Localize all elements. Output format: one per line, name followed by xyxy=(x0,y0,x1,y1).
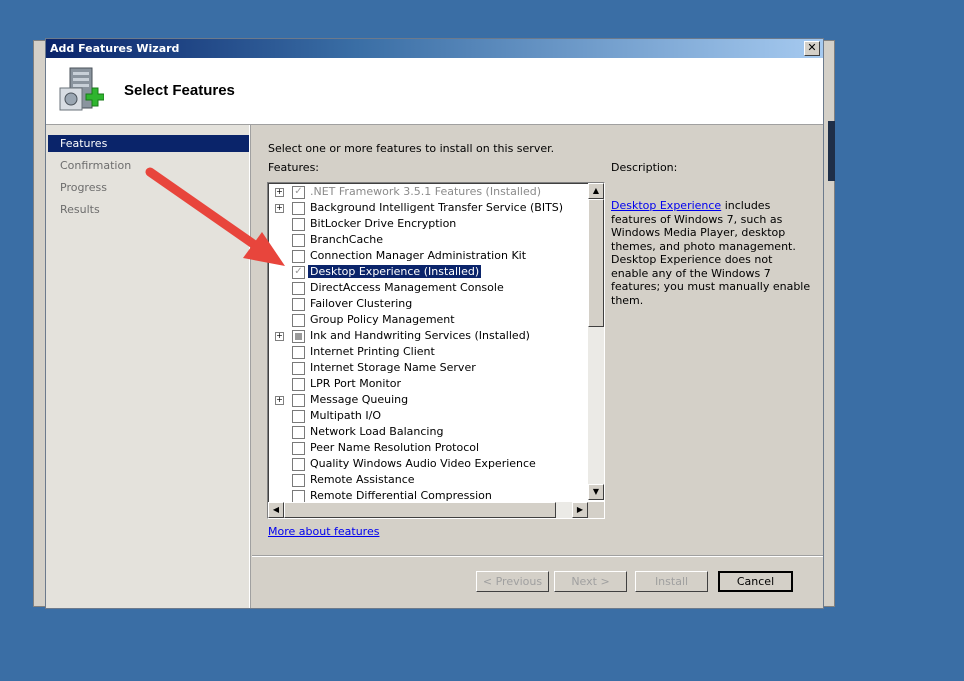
feature-row[interactable]: BitLocker Drive Encryption xyxy=(268,216,588,232)
server-features-icon xyxy=(59,67,104,111)
nav-item-results: Results xyxy=(60,203,100,216)
nav-item-confirmation: Confirmation xyxy=(60,159,132,172)
feature-row[interactable]: + Message Queuing xyxy=(268,392,588,408)
features-label: Features: xyxy=(268,161,320,174)
feature-checkbox[interactable] xyxy=(292,234,305,247)
add-features-wizard-dialog: Add Features Wizard ✕ Select Features Fe… xyxy=(45,38,824,609)
page-heading: Select Features xyxy=(124,82,235,99)
feature-label: Multipath I/O xyxy=(310,409,382,422)
description-text: includes features of Windows 7, such as … xyxy=(611,199,811,307)
feature-row[interactable]: Multipath I/O xyxy=(268,408,588,424)
nav-item-features[interactable]: Features xyxy=(48,135,249,152)
vertical-scrollbar[interactable]: ▲ ▼ xyxy=(588,183,604,500)
feature-label: Internet Storage Name Server xyxy=(310,361,476,374)
scroll-left-arrow-icon[interactable]: ◀ xyxy=(268,502,284,518)
feature-row[interactable]: Failover Clustering xyxy=(268,296,588,312)
feature-label: Ink and Handwriting Services (Installed) xyxy=(310,329,530,342)
title-bar[interactable]: Add Features Wizard ✕ xyxy=(46,39,823,58)
feature-label: BranchCache xyxy=(310,233,384,246)
feature-label: Internet Printing Client xyxy=(310,345,435,358)
footer-divider xyxy=(252,555,823,557)
description-label: Description: xyxy=(611,161,678,174)
expand-plus-icon[interactable]: + xyxy=(275,332,284,341)
cancel-button[interactable]: Cancel xyxy=(718,571,793,592)
feature-row[interactable]: LPR Port Monitor xyxy=(268,376,588,392)
feature-row[interactable]: + Background Intelligent Transfer Service… xyxy=(268,200,588,216)
feature-checkbox[interactable] xyxy=(292,346,305,359)
nav-item-progress: Progress xyxy=(60,181,107,194)
feature-row[interactable]: + Ink and Handwriting Services (Installed… xyxy=(268,328,588,344)
feature-label: Network Load Balancing xyxy=(310,425,444,438)
feature-checkbox[interactable] xyxy=(292,394,305,407)
install-button[interactable]: Install xyxy=(635,571,708,592)
feature-row[interactable]: ✓ Desktop Experience (Installed) xyxy=(268,264,588,280)
wizard-header: Select Features xyxy=(46,58,823,125)
next-button[interactable]: Next > xyxy=(554,571,627,592)
feature-label: Remote Differential Compression xyxy=(310,489,492,502)
feature-label: Desktop Experience (Installed) xyxy=(308,265,482,278)
feature-row[interactable]: BranchCache xyxy=(268,232,588,248)
feature-checkbox[interactable] xyxy=(292,202,305,215)
wizard-content: Select one or more features to install o… xyxy=(252,125,823,608)
feature-checkbox[interactable] xyxy=(292,314,305,327)
feature-label: Background Intelligent Transfer Service … xyxy=(310,201,564,214)
feature-row[interactable]: Network Load Balancing xyxy=(268,424,588,440)
feature-label: LPR Port Monitor xyxy=(310,377,402,390)
feature-label: Message Queuing xyxy=(310,393,409,406)
scrollbar-corner xyxy=(588,502,604,518)
wizard-nav: Features Confirmation Progress Results xyxy=(46,125,250,608)
feature-row[interactable]: + ✓ .NET Framework 3.5.1 Features (Install… xyxy=(268,184,588,200)
feature-row[interactable]: Peer Name Resolution Protocol xyxy=(268,440,588,456)
scroll-down-arrow-icon[interactable]: ▼ xyxy=(588,484,604,500)
feature-row[interactable]: Internet Printing Client xyxy=(268,344,588,360)
feature-row[interactable]: DirectAccess Management Console xyxy=(268,280,588,296)
feature-checkbox[interactable] xyxy=(292,330,305,343)
feature-checkbox[interactable] xyxy=(292,362,305,375)
feature-checkbox[interactable]: ✓ xyxy=(292,186,305,199)
features-tree[interactable]: + ✓ .NET Framework 3.5.1 Features (Install… xyxy=(267,182,605,519)
feature-checkbox[interactable] xyxy=(292,218,305,231)
vertical-scroll-thumb[interactable] xyxy=(588,199,604,327)
feature-label: Remote Assistance xyxy=(310,473,415,486)
background-window-bar xyxy=(828,121,835,181)
feature-checkbox[interactable] xyxy=(292,410,305,423)
feature-label: BitLocker Drive Encryption xyxy=(310,217,457,230)
feature-description: Desktop Experience includes features of … xyxy=(611,199,811,307)
feature-label: Connection Manager Administration Kit xyxy=(310,249,527,262)
feature-checkbox[interactable] xyxy=(292,298,305,311)
more-about-features-link[interactable]: More about features xyxy=(268,525,379,538)
feature-checkbox[interactable] xyxy=(292,458,305,471)
expand-plus-icon[interactable]: + xyxy=(275,396,284,405)
scroll-right-arrow-icon[interactable]: ▶ xyxy=(572,502,588,518)
feature-label: Peer Name Resolution Protocol xyxy=(310,441,480,454)
feature-checkbox[interactable] xyxy=(292,474,305,487)
close-button[interactable]: ✕ xyxy=(804,41,820,56)
feature-checkbox[interactable] xyxy=(292,282,305,295)
instruction-text: Select one or more features to install o… xyxy=(268,142,555,155)
feature-row[interactable]: Remote Assistance xyxy=(268,472,588,488)
previous-button[interactable]: < Previous xyxy=(476,571,549,592)
feature-row[interactable]: Internet Storage Name Server xyxy=(268,360,588,376)
feature-checkbox[interactable] xyxy=(292,442,305,455)
feature-checkbox[interactable]: ✓ xyxy=(292,266,305,279)
scroll-up-arrow-icon[interactable]: ▲ xyxy=(588,183,604,199)
feature-label: Group Policy Management xyxy=(310,313,455,326)
horizontal-scrollbar[interactable]: ◀ ▶ xyxy=(268,502,588,518)
feature-checkbox[interactable] xyxy=(292,378,305,391)
feature-label: DirectAccess Management Console xyxy=(310,281,504,294)
feature-row[interactable]: Group Policy Management xyxy=(268,312,588,328)
window-title: Add Features Wizard xyxy=(50,42,180,55)
feature-row[interactable]: Quality Windows Audio Video Experience xyxy=(268,456,588,472)
expand-plus-icon[interactable]: + xyxy=(275,188,284,197)
feature-label: Failover Clustering xyxy=(310,297,413,310)
feature-label: .NET Framework 3.5.1 Features (Installed… xyxy=(310,185,542,198)
expand-plus-icon[interactable]: + xyxy=(275,204,284,213)
description-feature-link[interactable]: Desktop Experience xyxy=(611,199,721,212)
feature-row[interactable]: Connection Manager Administration Kit xyxy=(268,248,588,264)
feature-checkbox[interactable] xyxy=(292,426,305,439)
feature-label: Quality Windows Audio Video Experience xyxy=(310,457,536,470)
feature-checkbox[interactable] xyxy=(292,250,305,263)
horizontal-scroll-thumb[interactable] xyxy=(284,502,556,518)
